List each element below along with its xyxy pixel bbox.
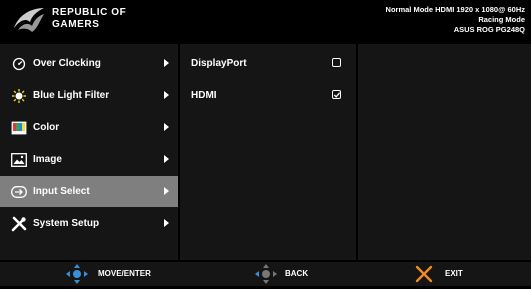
- speedometer-icon: [11, 56, 27, 72]
- submenu-item-hdmi[interactable]: HDMI: [180, 80, 356, 111]
- chevron-right-icon: [164, 187, 169, 195]
- close-icon: [415, 265, 433, 288]
- checkbox-unchecked[interactable]: [332, 58, 341, 67]
- back-hint[interactable]: BACK: [255, 262, 335, 286]
- osd-footer: MOVE/ENTER BACK EXIT: [0, 262, 531, 286]
- game-mode: Racing Mode: [478, 15, 525, 24]
- exit-label: EXIT: [445, 269, 463, 278]
- chevron-right-icon: [164, 219, 169, 227]
- rog-logo: [12, 4, 46, 36]
- color-palette-icon: [11, 120, 27, 136]
- menu-item-input-select[interactable]: Input Select: [0, 176, 178, 207]
- menu-item-label: Blue Light Filter: [33, 90, 110, 101]
- input-select-icon: [11, 184, 27, 200]
- chevron-right-icon: [164, 91, 169, 99]
- osd-header: REPUBLIC OF GAMERS Normal Mode HDMI 1920…: [0, 0, 531, 40]
- submenu-item-displayport[interactable]: DisplayPort: [180, 48, 356, 79]
- checkbox-checked[interactable]: [332, 90, 341, 99]
- joystick-back-icon: [255, 264, 277, 289]
- brand-line-2: GAMERS: [52, 19, 100, 30]
- joystick-icon: [66, 264, 88, 289]
- back-label: BACK: [285, 269, 309, 278]
- menu-item-color[interactable]: Color: [0, 112, 178, 143]
- submenu-item-label: DisplayPort: [191, 58, 247, 69]
- menu-item-over-clocking[interactable]: Over Clocking: [0, 48, 178, 79]
- status-info: Normal Mode HDMI 1920 x 1080@ 60Hz Racin…: [386, 5, 525, 35]
- checkmark-icon: [333, 92, 341, 98]
- menu-item-image[interactable]: Image: [0, 144, 178, 175]
- menu-item-label: System Setup: [33, 218, 100, 229]
- submenu-detail-panel: [358, 44, 531, 260]
- signal-status: Normal Mode HDMI 1920 x 1080@ 60Hz: [385, 5, 525, 14]
- chevron-right-icon: [164, 59, 169, 67]
- brand-line-1: REPUBLIC OF: [52, 7, 127, 18]
- exit-hint[interactable]: EXIT: [415, 262, 495, 286]
- brand-name: REPUBLIC OF GAMERS: [52, 7, 126, 31]
- move-enter-hint[interactable]: MOVE/ENTER: [60, 262, 180, 286]
- menu-columns: Over Clocking Blue Light Filter Color Im…: [0, 44, 531, 260]
- menu-item-label: Over Clocking: [33, 58, 101, 69]
- chevron-right-icon: [164, 123, 169, 131]
- submenu-item-label: HDMI: [191, 90, 217, 101]
- light-bulb-icon: [11, 88, 27, 104]
- menu-item-blue-light-filter[interactable]: Blue Light Filter: [0, 80, 178, 111]
- move-enter-label: MOVE/ENTER: [98, 269, 151, 278]
- menu-item-label: Color: [33, 122, 60, 133]
- osd-menu: REPUBLIC OF GAMERS Normal Mode HDMI 1920…: [0, 0, 531, 286]
- tools-icon: [11, 216, 27, 232]
- menu-item-system-setup[interactable]: System Setup: [0, 208, 178, 239]
- menu-item-label: Input Select: [33, 186, 90, 197]
- model-name: ASUS ROG PG248Q: [453, 25, 525, 34]
- main-menu: Over Clocking Blue Light Filter Color Im…: [0, 44, 178, 260]
- image-icon: [11, 152, 27, 168]
- input-select-submenu: DisplayPort HDMI: [180, 44, 356, 260]
- menu-item-label: Image: [33, 154, 62, 165]
- chevron-right-icon: [164, 155, 169, 163]
